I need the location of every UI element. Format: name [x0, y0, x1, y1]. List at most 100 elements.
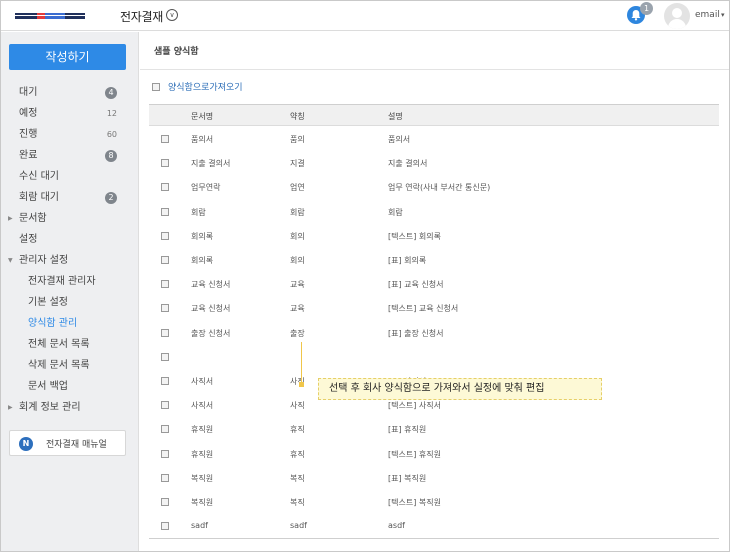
row-checkbox[interactable] — [161, 231, 169, 240]
sidebar-item-accounting[interactable]: ▶ 회계 정보 관리 — [1, 397, 138, 418]
row-checkbox[interactable] — [161, 304, 169, 313]
sidebar-item-pending[interactable]: 대기 4 — [1, 82, 138, 103]
cell-name[interactable]: 업무연락 — [191, 182, 220, 193]
cell-name[interactable]: 복직원 — [191, 497, 213, 508]
sidebar-item-completed[interactable]: 완료 8 — [1, 145, 138, 166]
row-checkbox[interactable] — [161, 207, 169, 216]
caret-down-icon[interactable]: ▾ — [721, 11, 725, 19]
cell-abbr: 복직 — [290, 498, 305, 507]
count-text: 60 — [106, 130, 117, 139]
row-checkbox[interactable] — [161, 449, 169, 458]
cell-description: [텍스트] 사직서 — [388, 401, 441, 411]
row-checkbox[interactable] — [161, 352, 169, 361]
cell-description: 품의서 — [388, 135, 411, 144]
cell-description: [텍스트] 교육 신청서 — [388, 304, 459, 314]
count-badge: 4 — [105, 87, 117, 99]
row-checkbox[interactable] — [161, 425, 169, 434]
table-row[interactable]: 업무연락 업연 업무 연락(사내 부서간 통신문) — [149, 176, 719, 200]
divider — [149, 538, 719, 539]
sidebar-item-label: 기본 설정 — [28, 297, 68, 308]
cell-name[interactable]: 출장 신청서 — [191, 328, 230, 339]
cell-name[interactable]: sadf — [191, 521, 208, 530]
table-row[interactable]: 품의서 품의 품의서 — [149, 128, 719, 152]
row-checkbox[interactable] — [161, 377, 169, 385]
table-row[interactable]: 회람 회람 회람 — [149, 201, 719, 225]
divider — [140, 69, 729, 70]
table-row[interactable]: 복직원 복직 [표] 복직원 — [149, 467, 719, 491]
table-row[interactable] — [149, 346, 719, 370]
cell-description: 회람 — [388, 207, 403, 217]
cell-description: [표] 교육 신청서 — [388, 280, 444, 290]
row-checkbox[interactable] — [161, 159, 169, 168]
table-row[interactable]: 휴직원 휴직 [텍스트] 휴직원 — [149, 443, 719, 467]
cell-name[interactable]: 사직서 — [191, 376, 213, 387]
cell-abbr: 휴직 — [290, 449, 305, 459]
table-row[interactable]: 출장 신청서 출장 [표] 출장 신청서 — [149, 322, 719, 346]
row-checkbox[interactable] — [161, 401, 169, 410]
sidebar-subitem-deleted-documents[interactable]: 삭제 문서 목록 — [1, 355, 138, 376]
app-title[interactable]: 전자결재 — [120, 8, 163, 25]
sidebar-item-label: 진행 — [19, 129, 38, 140]
sidebar-item-label: 회람 대기 — [19, 192, 59, 203]
sidebar-subitem-backup[interactable]: 문서 백업 — [1, 376, 138, 397]
cell-name[interactable]: 사직서 — [191, 400, 213, 411]
row-checkbox[interactable] — [161, 183, 169, 192]
sidebar-item-in-progress[interactable]: 진행 60 — [1, 124, 138, 145]
cell-abbr: 휴직 — [290, 425, 305, 435]
table-header: 문서명 약칭 설명 — [149, 104, 719, 126]
sidebar-item-label: 전체 문서 목록 — [28, 339, 90, 350]
import-to-form-box-link[interactable]: 양식함으로가져오기 — [168, 80, 243, 93]
cell-name[interactable]: 휴직원 — [191, 424, 213, 435]
column-header-name: 문서명 — [191, 112, 214, 121]
cell-name[interactable]: 회의록 — [191, 255, 213, 266]
avatar[interactable] — [664, 3, 690, 29]
cell-name[interactable]: 회의록 — [191, 231, 213, 242]
chevron-down-icon[interactable]: ∨ — [166, 9, 178, 21]
cell-name[interactable]: 복직원 — [191, 473, 213, 484]
table-row[interactable]: 교육 신청서 교육 [표] 교육 신청서 — [149, 273, 719, 297]
table-row[interactable]: 휴직원 휴직 [표] 휴직원 — [149, 418, 719, 442]
table-row[interactable]: 회의록 회의 [텍스트] 회의록 — [149, 225, 719, 249]
cell-abbr: 품의 — [290, 135, 305, 144]
sidebar-item-label: 양식함 관리 — [28, 318, 78, 329]
sidebar-subitem-all-documents[interactable]: 전체 문서 목록 — [1, 334, 138, 355]
cell-abbr: 복직 — [290, 473, 305, 483]
sidebar-item-circulation-pending[interactable]: 회람 대기 2 — [1, 187, 138, 208]
sidebar-item-admin-settings[interactable]: ▼ 관리자 설정 — [1, 250, 138, 271]
table-row[interactable]: 지출 결의서 지결 지출 결의서 — [149, 152, 719, 176]
sidebar-item-receive-pending[interactable]: 수신 대기 — [1, 166, 138, 187]
cell-name[interactable]: 지출 결의서 — [191, 158, 230, 169]
sidebar-subitem-form-management[interactable]: 양식함 관리 — [1, 313, 138, 334]
row-checkbox[interactable] — [161, 328, 169, 337]
sidebar-item-settings[interactable]: 설정 — [1, 229, 138, 250]
row-checkbox[interactable] — [161, 280, 169, 289]
cell-name[interactable]: 교육 신청서 — [191, 279, 230, 290]
company-logo[interactable] — [13, 9, 87, 23]
table-row[interactable]: 교육 신청서 교육 [텍스트] 교육 신청서 — [149, 297, 719, 321]
sidebar-item-label: 회계 정보 관리 — [19, 402, 81, 413]
table-row[interactable]: sadf sadf asdf — [149, 515, 719, 539]
sidebar-item-documents[interactable]: ▶ 문서함 — [1, 208, 138, 229]
import-checkbox[interactable] — [152, 83, 160, 91]
sidebar-subitem-approval-admin[interactable]: 전자결재 관리자 — [1, 271, 138, 292]
cell-name[interactable]: 휴직원 — [191, 449, 213, 460]
cell-description: [텍스트] 휴직원 — [388, 449, 441, 459]
row-checkbox[interactable] — [161, 522, 169, 531]
table-row[interactable]: 회의록 회의 [표] 회의록 — [149, 249, 719, 273]
row-checkbox[interactable] — [161, 135, 169, 143]
column-header-abbr: 약칭 — [290, 112, 305, 121]
compose-button[interactable]: 작성하기 — [9, 44, 126, 70]
row-checkbox[interactable] — [161, 473, 169, 482]
cell-name[interactable]: 회람 — [191, 207, 206, 218]
row-checkbox[interactable] — [161, 498, 169, 506]
sidebar-item-label: 대기 — [19, 87, 38, 98]
sidebar-item-scheduled[interactable]: 예정 12 — [1, 103, 138, 124]
table-row[interactable]: 복직원 복직 [텍스트] 복직원 — [149, 491, 719, 515]
cell-name[interactable]: 교육 신청서 — [191, 303, 230, 314]
user-name[interactable]: email — [695, 10, 720, 20]
sidebar-subitem-basic-settings[interactable]: 기본 설정 — [1, 292, 138, 313]
cell-name[interactable]: 품의서 — [191, 134, 213, 145]
manual-button[interactable]: N 전자결재 매뉴얼 — [9, 430, 126, 456]
row-checkbox[interactable] — [161, 256, 169, 264]
column-header-description: 설명 — [388, 112, 403, 121]
